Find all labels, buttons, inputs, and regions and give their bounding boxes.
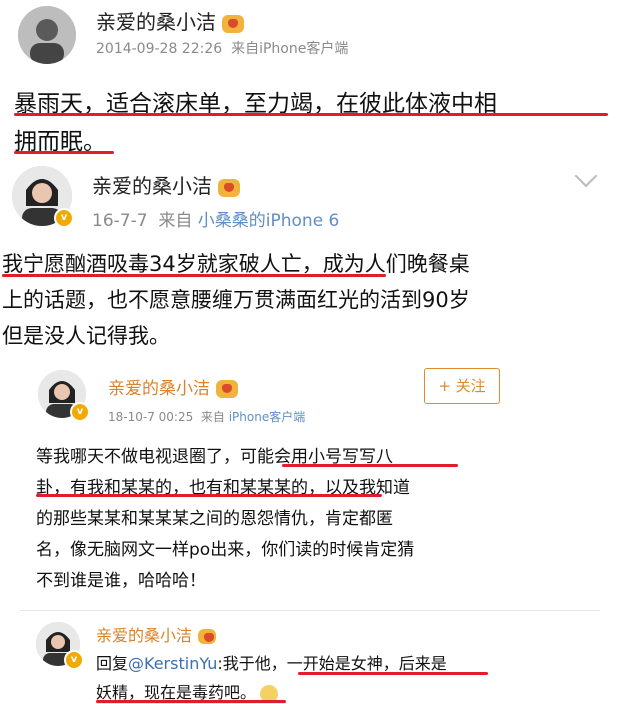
highlight-underline <box>282 464 458 467</box>
highlight-underline <box>298 672 488 675</box>
post-text-line: 不到谁是谁，哈哈哈！ <box>36 571 206 591</box>
post-text-line: 的那些某某和某某某之间的恩怨情仇，肯定都匿 <box>36 509 393 529</box>
post-source-device[interactable]: iPhone客户端 <box>229 410 306 424</box>
post-source: 来自iPhone客户端 <box>231 41 349 57</box>
post-date: 18-10-7 00:25 <box>108 410 194 424</box>
member-crown-icon <box>216 380 238 398</box>
post-text-line: 但是没人记得我。 <box>2 324 170 348</box>
username[interactable]: 亲爱的桑小洁 <box>92 170 240 199</box>
post-meta: 16-7-7 来自 小桑桑的iPhone 6 <box>92 206 339 231</box>
post-3: v 亲爱的桑小洁 + 关注 18-10-7 00:25 来自 iPhone客户端… <box>0 360 617 610</box>
post-date: 2014-09-28 22:26 <box>96 41 223 57</box>
post-source-device[interactable]: 小桑桑的iPhone 6 <box>198 211 340 231</box>
highlight-underline <box>36 494 382 497</box>
reply-prefix: 回复 <box>96 654 129 673</box>
post-1: 亲爱的桑小洁 2014-09-28 22:26 来自iPhone客户端 暴雨天，… <box>0 0 617 160</box>
post-text-line: 上的话题，也不愿意腰缠万贯满面红光的活到90岁 <box>2 288 470 312</box>
verified-badge-icon: v <box>54 208 74 228</box>
chevron-down-icon[interactable] <box>574 164 598 188</box>
post-meta: 18-10-7 00:25 来自 iPhone客户端 <box>108 408 305 425</box>
post-source-prefix: 来自 <box>200 410 225 424</box>
highlight-underline <box>2 274 386 277</box>
username[interactable]: 亲爱的桑小洁 <box>108 374 238 399</box>
post-source-prefix: 来自 <box>158 211 193 231</box>
highlight-underline <box>14 113 608 116</box>
reply-mention-link[interactable]: @KerstinYu <box>128 654 217 673</box>
member-crown-icon <box>198 629 217 644</box>
username[interactable]: 亲爱的桑小洁 <box>96 622 217 646</box>
post-meta: 2014-09-28 22:26 来自iPhone客户端 <box>96 38 348 58</box>
highlight-underline <box>14 151 114 154</box>
member-crown-icon <box>222 14 244 33</box>
verified-badge-icon: v <box>70 402 90 422</box>
reply-text-line: 回复@KerstinYu:我于他，一开始是女神，后来是 <box>96 654 447 673</box>
divider <box>20 610 600 611</box>
post-date: 16-7-7 <box>92 211 148 231</box>
member-crown-icon <box>218 178 240 197</box>
username[interactable]: 亲爱的桑小洁 <box>96 6 244 35</box>
post-4: v 亲爱的桑小洁 回复@KerstinYu:我于他，一开始是女神，后来是 妖精，… <box>0 612 617 704</box>
avatar[interactable] <box>18 6 76 64</box>
post-2: v 亲爱的桑小洁 16-7-7 来自 小桑桑的iPhone 6 我宁愿酗酒吸毒3… <box>0 160 617 360</box>
highlight-underline <box>96 700 286 703</box>
follow-button[interactable]: + 关注 <box>424 368 500 404</box>
post-text-line: 名，像无脑网文一样po出来，你们读的时候肯定猜 <box>36 540 415 560</box>
verified-badge-icon: v <box>64 650 84 670</box>
